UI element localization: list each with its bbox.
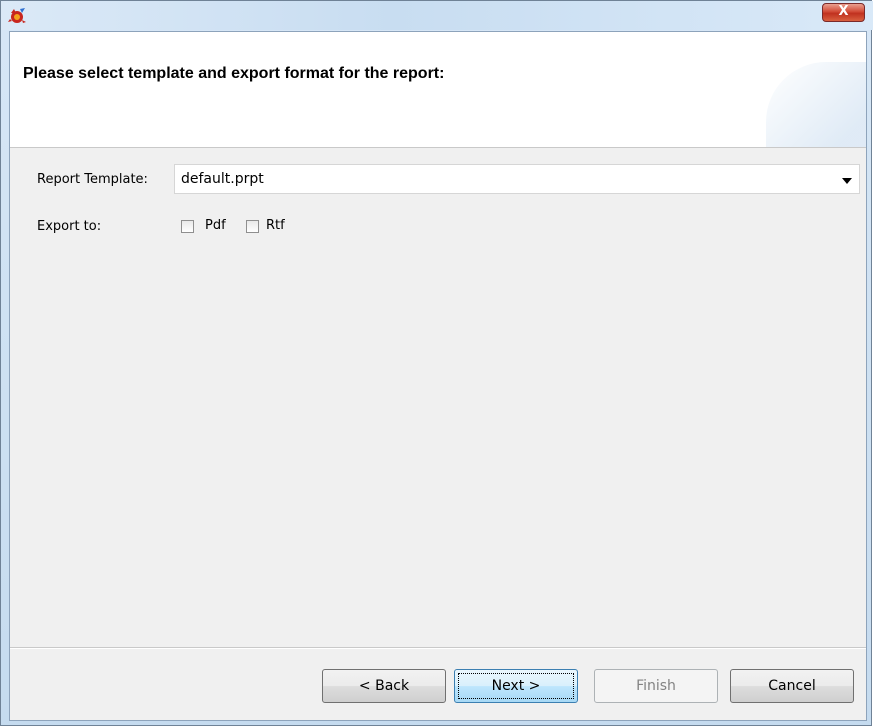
title-bar[interactable]: X	[1, 1, 873, 30]
chevron-down-icon[interactable]	[842, 178, 852, 184]
export-to-label: Export to:	[37, 219, 102, 234]
footer-divider	[10, 647, 866, 649]
back-button[interactable]: < Back	[322, 669, 446, 703]
wizard-header: Please select template and export format…	[10, 32, 866, 148]
cancel-button[interactable]: Cancel	[730, 669, 854, 703]
report-template-value: default.prpt	[181, 171, 264, 187]
app-logo-icon	[8, 7, 26, 25]
report-template-select[interactable]: default.prpt	[174, 164, 860, 194]
back-button-label: < Back	[358, 678, 410, 694]
page-title: Please select template and export format…	[23, 65, 445, 82]
next-button[interactable]: Next >	[454, 669, 578, 703]
close-icon: X	[838, 4, 849, 19]
finish-button: Finish	[594, 669, 718, 703]
pdf-checkbox-label[interactable]: Pdf	[205, 218, 226, 233]
focus-rectangle	[458, 673, 574, 699]
wizard-window: X Please select template and export form…	[0, 0, 873, 726]
finish-button-label: Finish	[636, 678, 676, 694]
rtf-checkbox-label[interactable]: Rtf	[266, 218, 285, 233]
pdf-checkbox[interactable]	[181, 220, 194, 233]
close-button[interactable]: X	[822, 3, 865, 22]
cancel-button-label: Cancel	[768, 678, 816, 694]
rtf-checkbox[interactable]	[246, 220, 259, 233]
wizard-client-area: Please select template and export format…	[9, 31, 867, 721]
report-template-label: Report Template:	[37, 172, 148, 187]
